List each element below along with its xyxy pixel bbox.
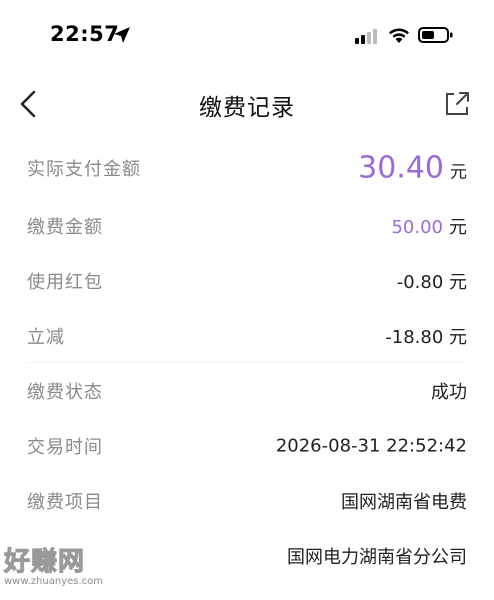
- actual-paid-value: 30.40: [358, 150, 444, 186]
- fee-amount-unit: 元: [449, 216, 467, 238]
- red-packet-label: 使用红包: [27, 271, 103, 293]
- transaction-time-row: 交易时间 2026-08-31 22:52:42: [0, 418, 494, 473]
- record-details: 实际支付金额 30.40 元 缴费金额 50.00 元 使用红包 -0.80 元 立…: [0, 138, 494, 583]
- battery-icon: [418, 27, 453, 43]
- status-time: 22:57: [50, 22, 120, 46]
- watermark-logo: 好赚网 www.zhuanyes.com: [4, 548, 124, 598]
- payment-item-row: 缴费项目 国网湖南省电费: [0, 473, 494, 528]
- fee-amount-value-wrap: 50.00 元: [391, 213, 467, 239]
- transaction-time-value: 2026-08-31 22:52:42: [275, 435, 467, 456]
- status-bar: 22:57: [0, 0, 494, 72]
- wifi-icon: [389, 28, 409, 43]
- status-label: 缴费状态: [27, 381, 103, 403]
- actual-paid-label: 实际支付金额: [27, 159, 141, 180]
- payment-record-page: 22:57 缴费记录 实际支付金额 30.40 元 缴费金额 50.00 元 使…: [0, 0, 494, 600]
- red-packet-value: -0.80 元: [396, 271, 467, 293]
- payment-item-value: 国网湖南省电费: [341, 491, 467, 513]
- red-packet-row: 使用红包 -0.80 元: [0, 253, 494, 308]
- payment-item-label: 缴费项目: [27, 491, 103, 513]
- actual-paid-unit: 元: [450, 162, 467, 183]
- instant-discount-label: 立减: [27, 326, 65, 348]
- watermark-main: 好赚网: [4, 547, 86, 577]
- fee-amount-row: 缴费金额 50.00 元: [0, 198, 494, 253]
- signal-icon: [355, 29, 377, 44]
- instant-discount-value: -18.80 元: [385, 326, 467, 348]
- transaction-time-label: 交易时间: [27, 436, 103, 458]
- fee-amount-value: 50.00: [391, 216, 443, 238]
- fee-amount-label: 缴费金额: [27, 216, 103, 238]
- share-icon[interactable]: [442, 89, 472, 119]
- status-row: 缴费状态 成功: [0, 363, 494, 418]
- actual-paid-value-wrap: 30.40 元: [358, 151, 467, 186]
- location-arrow-icon: [114, 27, 130, 43]
- company-value: 国网电力湖南省分公司: [287, 546, 467, 568]
- watermark-sub: www.zhuanyes.com: [4, 576, 104, 587]
- instant-discount-row: 立减 -18.80 元: [0, 308, 494, 363]
- nav-bar: 缴费记录: [0, 78, 494, 130]
- page-title: 缴费记录: [199, 95, 295, 121]
- status-value: 成功: [431, 381, 467, 403]
- actual-paid-row: 实际支付金额 30.40 元: [0, 138, 494, 198]
